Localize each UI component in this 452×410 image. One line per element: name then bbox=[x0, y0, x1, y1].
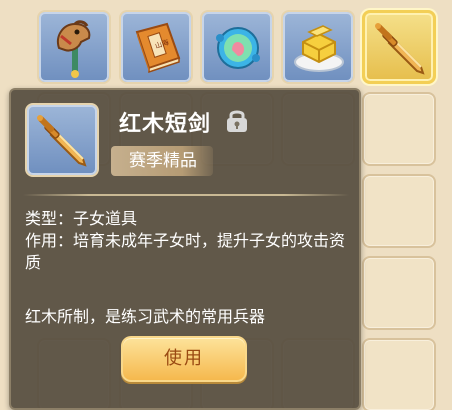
tooltip-divider bbox=[23, 194, 349, 196]
cake-plate-icon bbox=[294, 25, 344, 72]
wooden-sword-icon bbox=[375, 23, 425, 75]
item-tooltip: 红木短剑 赛季精品 类型：子女道具 作用：培育未成年子女时，提升子女的攻击资质 … bbox=[9, 88, 361, 410]
toy-hobby-horse-icon bbox=[57, 20, 91, 78]
candy-icon bbox=[216, 27, 260, 69]
inventory-slot-wooden-sword[interactable] bbox=[362, 10, 436, 84]
season-quality-badge: 赛季精品 bbox=[111, 146, 213, 176]
inventory-slot-cake[interactable] bbox=[281, 10, 355, 84]
item-name: 红木短剑 bbox=[119, 112, 212, 137]
item-flavor-text: 红木所制，是练习武术的常用兵器 bbox=[25, 307, 266, 326]
tooltip-item-icon-frame bbox=[25, 103, 99, 177]
book-icon: 山海 bbox=[135, 22, 181, 74]
inventory-slot-empty[interactable] bbox=[362, 92, 436, 166]
wooden-sword-icon bbox=[37, 115, 87, 167]
inventory-slot-book[interactable]: 山海 bbox=[119, 10, 193, 84]
inventory-slot-candy[interactable] bbox=[200, 10, 274, 84]
inventory-slot-hobby-horse[interactable] bbox=[37, 10, 111, 84]
item-type-text: 类型：子女道具 bbox=[25, 209, 138, 228]
item-effect-text: 作用：培育未成年子女时，提升子女的攻击资质 bbox=[25, 231, 346, 272]
use-button[interactable]: 使用 bbox=[121, 336, 247, 382]
inventory-slot-empty[interactable] bbox=[362, 174, 436, 248]
inventory-slot-empty[interactable] bbox=[362, 338, 436, 410]
inventory-slot-empty[interactable] bbox=[362, 256, 436, 330]
lock-icon bbox=[227, 110, 247, 132]
